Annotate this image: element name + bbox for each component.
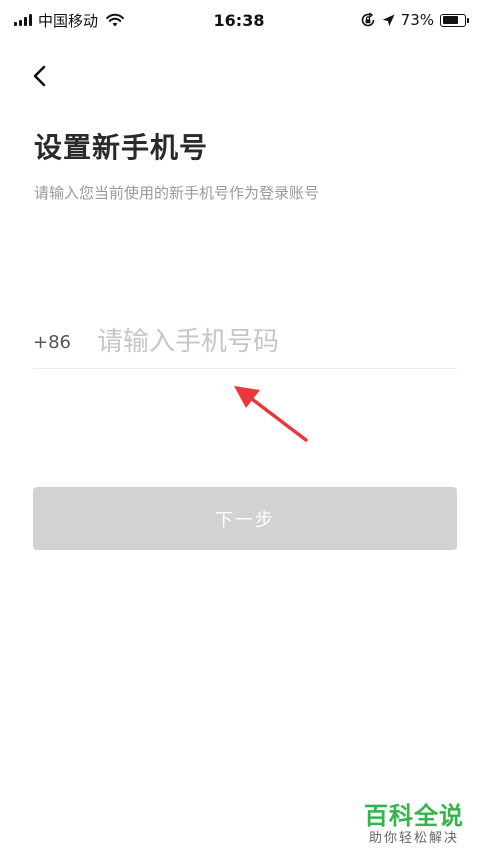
battery-percent: 73%	[400, 11, 434, 29]
battery-icon	[440, 13, 469, 27]
wifi-icon	[106, 13, 124, 27]
page-subtitle: 请输入您当前使用的新手机号作为登录账号	[34, 184, 320, 202]
phone-number-row: +86	[33, 316, 457, 369]
status-bar-left: 中国移动	[14, 0, 124, 40]
next-step-button[interactable]: 下一步	[33, 487, 457, 550]
location-icon	[382, 14, 395, 26]
back-button[interactable]	[26, 60, 54, 92]
status-bar: 中国移动 16:38 73%	[0, 0, 478, 40]
page-title: 设置新手机号	[34, 131, 209, 164]
carrier-name: 中国移动	[38, 11, 99, 30]
chevron-left-icon	[33, 65, 46, 87]
watermark-logo: 百科全说 助你轻松解决	[364, 802, 464, 848]
watermark-title: 百科全说	[364, 802, 464, 830]
watermark-subtitle: 助你轻松解决	[368, 831, 459, 846]
battery-fill	[442, 16, 458, 24]
signal-icon	[14, 14, 32, 26]
red-arrow-icon	[234, 386, 308, 442]
phone-number-input[interactable]	[97, 327, 437, 357]
status-bar-right: 73%	[360, 0, 469, 40]
orientation-lock-icon	[361, 12, 374, 27]
country-code[interactable]: +86	[33, 332, 97, 353]
